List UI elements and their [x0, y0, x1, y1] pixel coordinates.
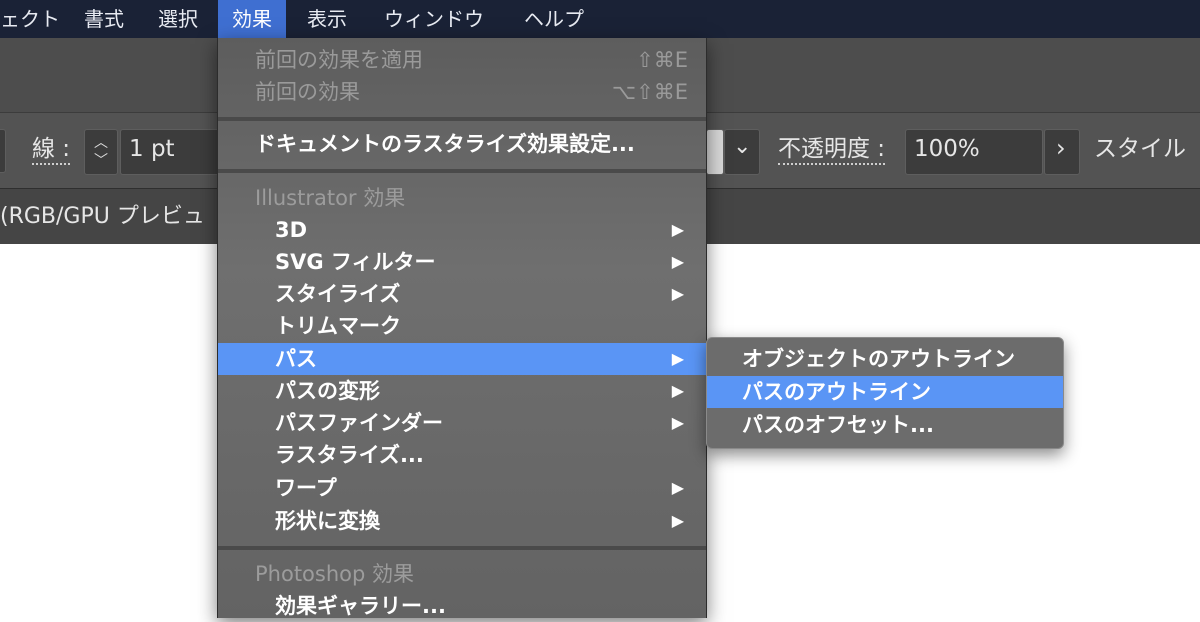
menu-type[interactable]: 書式 [70, 0, 138, 38]
chevron-right-icon: › [1056, 134, 1066, 162]
opacity-label: 不透明度 : [778, 135, 886, 165]
submenu-arrow-icon: ▶ [671, 284, 684, 303]
stroke-weight-value: 1 pt [129, 136, 175, 162]
path-submenu: オブジェクトのアウトライン パスのアウトライン パスのオフセット... [706, 337, 1064, 449]
menu-item-trim-marks[interactable]: トリムマーク [218, 310, 706, 342]
menu-window[interactable]: ウィンドウ [370, 0, 498, 38]
submenu-item-label: パスのアウトライン [742, 380, 931, 404]
submenu-arrow-icon: ▶ [671, 220, 684, 239]
menu-item-label: ワープ [275, 476, 337, 500]
style-swatch[interactable] [706, 129, 724, 175]
photoshop-effects-header: Photoshop 効果 [255, 562, 415, 586]
submenu-item-label: オブジェクトのアウトライン [742, 347, 1015, 371]
menu-bar: ェクト 書式 選択 効果 表示 ウィンドウ ヘルプ [0, 0, 1200, 38]
menu-item-label: トリムマーク [275, 314, 401, 338]
submenu-arrow-icon: ▶ [671, 478, 684, 497]
menu-item-warp[interactable]: ワープ ▶ [218, 472, 706, 504]
menu-item-label: スタイライズ [275, 282, 401, 306]
menu-item-3d[interactable]: 3D ▶ [218, 214, 706, 246]
opacity-expand-button[interactable]: › [1044, 129, 1080, 175]
illustrator-effects-header: Illustrator 効果 [255, 186, 406, 210]
submenu-arrow-icon: ▶ [671, 511, 684, 530]
menu-item-distort-transform[interactable]: パスの変形 ▶ [218, 375, 706, 407]
submenu-item-label: パスのオフセット... [742, 413, 934, 437]
last-effect-label: 前回の効果 [255, 80, 360, 104]
menu-item-label: 3D [275, 218, 308, 242]
submenu-arrow-icon: ▶ [671, 413, 684, 432]
apply-last-effect-shortcut: ⇧⌘E [636, 48, 688, 72]
document-raster-settings-item[interactable]: ドキュメントのラスタライズ効果設定... [218, 128, 706, 160]
menu-item-label: パスファインダー [275, 411, 443, 435]
menu-separator [218, 117, 706, 121]
fill-swatch[interactable] [0, 129, 6, 173]
submenu-arrow-icon: ▶ [671, 252, 684, 271]
apply-last-effect-item: 前回の効果を適用 ⇧⌘E [218, 44, 706, 76]
menu-separator [218, 546, 706, 550]
chevron-down-icon: ⌄ [733, 134, 752, 159]
menu-item-effect-gallery[interactable]: 効果ギャラリー... [218, 590, 706, 622]
menu-item-label: 形状に変換 [275, 509, 380, 533]
submenu-item-outline-stroke[interactable]: パスのアウトライン [707, 376, 1063, 408]
last-effect-item: 前回の効果 ⌥⇧⌘E [218, 76, 706, 108]
submenu-arrow-icon: ▶ [671, 349, 684, 368]
menu-item-label: パスの変形 [275, 379, 380, 403]
stroke-weight-field[interactable]: 1 pt [120, 129, 232, 175]
menu-select[interactable]: 選択 [144, 0, 212, 38]
submenu-item-offset-path[interactable]: パスのオフセット... [707, 409, 1063, 441]
document-raster-settings-label: ドキュメントのラスタライズ効果設定... [255, 132, 635, 156]
menu-object[interactable]: ェクト [0, 0, 74, 38]
menu-view[interactable]: 表示 [293, 0, 361, 38]
menu-item-label: 効果ギャラリー... [275, 594, 446, 618]
opacity-value: 100% [914, 136, 980, 162]
submenu-arrow-icon: ▶ [671, 381, 684, 400]
menu-separator [218, 169, 706, 173]
submenu-item-outline-object[interactable]: オブジェクトのアウトライン [707, 343, 1063, 375]
document-tab[interactable]: (RGB/GPU プレビュ [0, 203, 205, 231]
apply-last-effect-label: 前回の効果を適用 [255, 48, 423, 72]
style-label: スタイル [1094, 136, 1186, 162]
menu-item-path[interactable]: パス ▶ [218, 343, 706, 375]
effect-menu: 前回の効果を適用 ⇧⌘E 前回の効果 ⌥⇧⌘E ドキュメントのラスタライズ効果設… [217, 38, 707, 618]
menu-item-stylize[interactable]: スタイライズ ▶ [218, 278, 706, 310]
chevron-up-icon[interactable]: ︿ [85, 136, 117, 150]
menu-help[interactable]: ヘルプ [510, 0, 598, 38]
stroke-stepper[interactable]: ︿ ﹀ [84, 129, 118, 175]
menu-item-convert-to-shape[interactable]: 形状に変換 ▶ [218, 505, 706, 537]
stroke-label: 線 : [32, 135, 71, 165]
swatch-dropdown[interactable]: ⌄ [724, 129, 760, 175]
menu-item-label: SVG フィルター [275, 250, 436, 274]
last-effect-shortcut: ⌥⇧⌘E [611, 80, 688, 104]
menu-effect[interactable]: 効果 [218, 0, 286, 38]
menu-item-label: ラスタライズ... [275, 443, 424, 467]
opacity-field[interactable]: 100% [905, 129, 1043, 175]
menu-item-rasterize[interactable]: ラスタライズ... [218, 439, 706, 471]
chevron-down-icon[interactable]: ﹀ [85, 154, 117, 168]
menu-item-pathfinder[interactable]: パスファインダー ▶ [218, 407, 706, 439]
menu-item-svg-filter[interactable]: SVG フィルター ▶ [218, 246, 706, 278]
menu-item-label: パス [275, 347, 317, 371]
